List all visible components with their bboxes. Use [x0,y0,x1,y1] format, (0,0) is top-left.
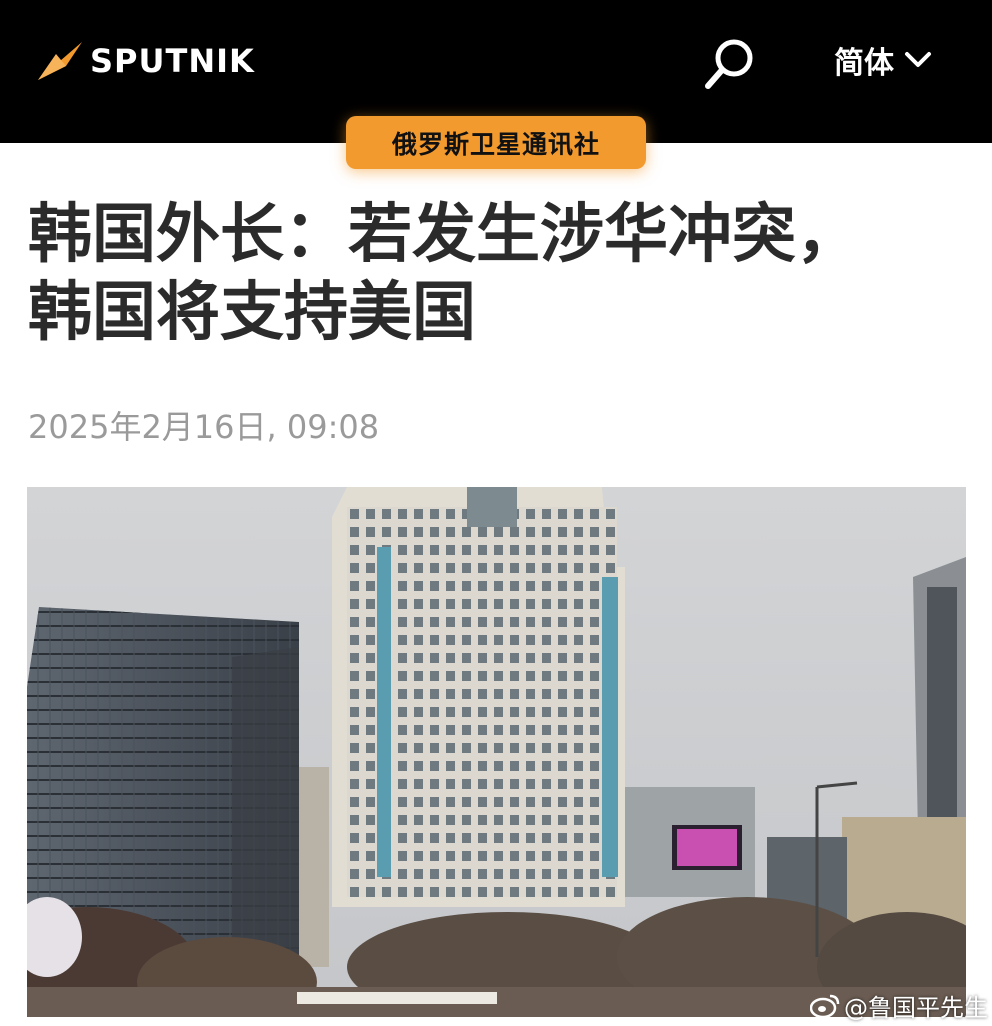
article-photo [27,487,966,1017]
search-button[interactable] [702,36,758,92]
sputnik-logo[interactable]: SPUTNIK [36,38,255,84]
watermark: @鲁国平先生 [810,988,988,1023]
search-icon [705,39,753,89]
language-selector[interactable]: 简体 [834,38,932,82]
watermark-text: @鲁国平先生 [844,994,988,1022]
logo-text: SPUTNIK [90,42,255,80]
article-title-line-1: 韩国外长：若发生涉华冲突， [28,198,860,272]
article-title: 韩国外长：若发生涉华冲突， 韩国将支持美国 [28,196,958,352]
article-title-line-2: 韩国将支持美国 [28,276,476,350]
source-badge: 俄罗斯卫星通讯社 [346,116,646,169]
weibo-icon [810,994,840,1018]
sputnik-logo-icon [38,42,82,80]
article-date: 2025年2月16日, 09:08 [28,408,380,446]
chevron-down-icon [905,52,931,67]
language-label: 简体 [834,46,894,81]
